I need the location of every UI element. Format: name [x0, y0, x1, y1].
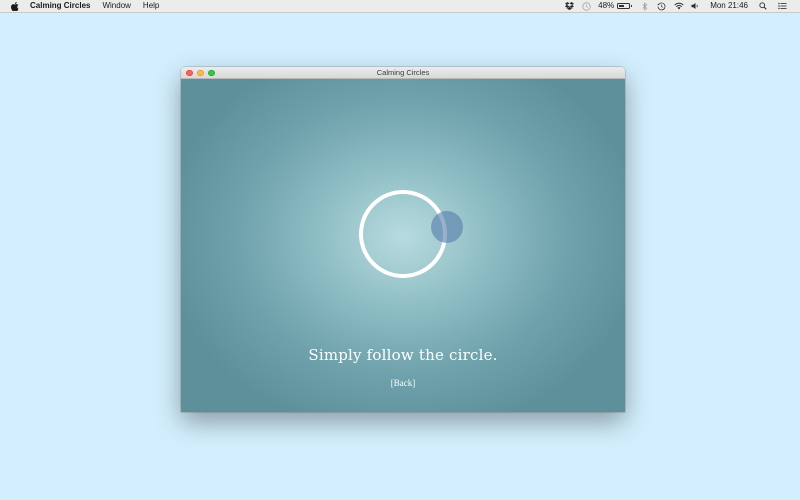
window-content: Simply follow the circle. [Back]: [181, 79, 625, 412]
menu-help[interactable]: Help: [143, 0, 159, 12]
window-title: Calming Circles: [376, 68, 430, 77]
bluetooth-icon[interactable]: [639, 0, 650, 12]
notification-center-icon[interactable]: [777, 0, 788, 12]
app-window: Calming Circles Simply follow the circle…: [181, 67, 625, 412]
battery-icon[interactable]: [617, 3, 633, 9]
menu-window[interactable]: Window: [102, 0, 130, 12]
menu-bar: Calming Circles Window Help 48% Mon 21:4…: [0, 0, 800, 13]
sync-icon[interactable]: [581, 0, 592, 12]
follow-circle-dot: [431, 211, 463, 243]
spotlight-search-icon[interactable]: [757, 0, 768, 12]
apple-logo-icon[interactable]: [10, 0, 20, 12]
battery-percent: 48%: [598, 1, 615, 10]
menu-bar-status: 48% Mon 21:46: [558, 0, 788, 12]
menu-clock[interactable]: Mon 21:46: [710, 0, 748, 12]
wifi-icon[interactable]: [673, 0, 684, 12]
back-link-wrapper: [Back]: [181, 378, 625, 388]
dropbox-icon[interactable]: [564, 0, 575, 12]
menu-bar-left: Calming Circles Window Help: [10, 0, 171, 12]
menu-app-name[interactable]: Calming Circles: [30, 0, 90, 12]
instruction-text: Simply follow the circle.: [308, 346, 498, 364]
back-button[interactable]: [Back]: [391, 378, 416, 388]
window-titlebar[interactable]: Calming Circles: [181, 67, 625, 79]
volume-icon[interactable]: [690, 0, 701, 12]
time-machine-icon[interactable]: [656, 0, 667, 12]
battery-level-fill: [619, 5, 624, 7]
